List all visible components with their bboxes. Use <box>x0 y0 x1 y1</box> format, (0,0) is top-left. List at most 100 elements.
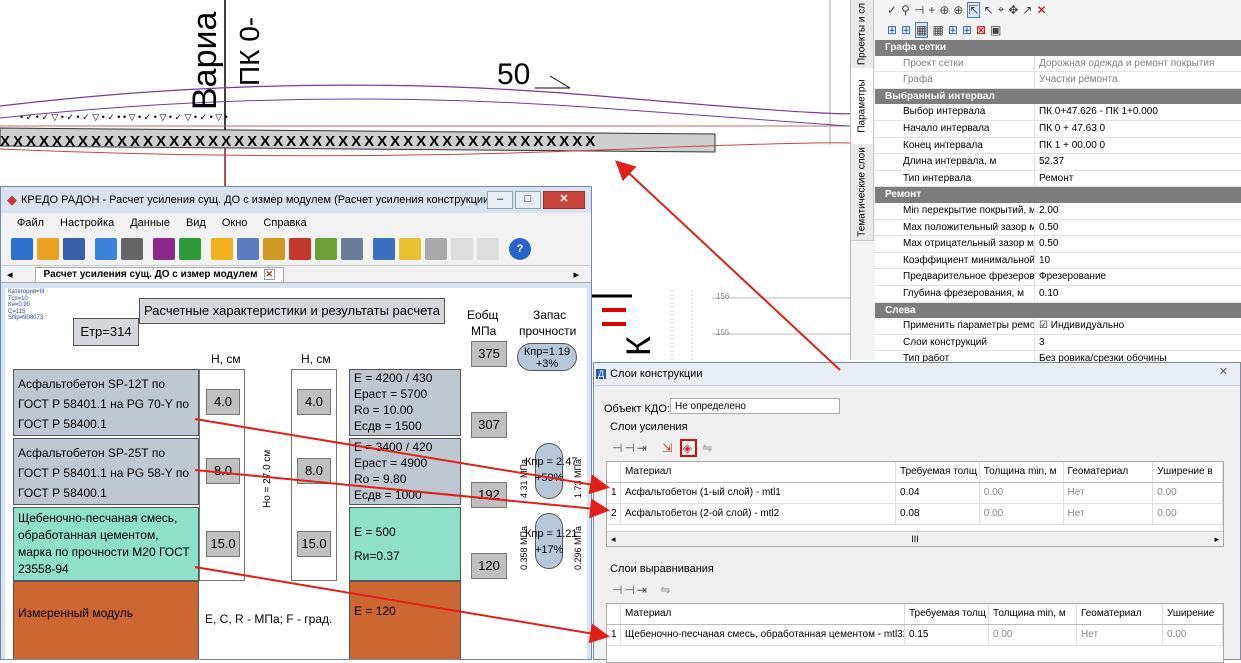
property-value[interactable]: ПК 0 + 47.63 0 <box>1035 121 1241 137</box>
truck-icon[interactable] <box>263 238 285 260</box>
property-value[interactable]: 0.50 <box>1035 236 1241 252</box>
vtab-projects[interactable]: Проекты и сл <box>851 0 874 69</box>
property-row[interactable]: Длина интервала, м 52.37 <box>875 154 1241 171</box>
vtab-parameters[interactable]: Параметры <box>851 68 874 145</box>
property-row[interactable]: Проект сетки Дорожная одежда и ремонт пок… <box>875 55 1241 73</box>
table-cell[interactable]: 2 <box>607 504 621 524</box>
column-header[interactable]: Толщина min, м <box>980 462 1064 482</box>
grid-split-icon[interactable]: ⊞ <box>962 23 972 37</box>
lasso-icon[interactable]: ⚲ <box>901 3 910 17</box>
grid-edit-icon[interactable]: ⊞ <box>901 23 911 37</box>
grid-add-icon[interactable]: ⊞ <box>887 23 897 37</box>
tab-scroll-right-icon[interactable]: ▸ <box>573 268 579 281</box>
property-value[interactable]: ПК 1 + 00.00 0 <box>1035 138 1241 154</box>
table-cell[interactable]: 1 <box>607 625 621 645</box>
property-value[interactable]: Дорожная одежда и ремонт покрытия <box>1035 56 1241 72</box>
table-cell[interactable]: 0.00 <box>980 483 1064 503</box>
database-icon[interactable] <box>153 238 175 260</box>
menu-settings[interactable]: Настройка <box>60 217 114 229</box>
move-layer-icon[interactable]: ⇥ <box>637 441 649 455</box>
calc-layer-icon[interactable]: ◈ <box>679 439 697 457</box>
property-row[interactable]: Конец интервала ПК 1 + 00.00 0 <box>875 137 1241 155</box>
column-header[interactable]: Геоматериал <box>1064 462 1154 482</box>
property-row[interactable]: Выбор интервала ПК 0+47.626 - ПК 1+0.000 <box>875 104 1241 121</box>
split-icon[interactable]: ⇋ <box>702 441 714 455</box>
property-section-header[interactable]: Выбранный интервал <box>875 88 1241 105</box>
open-folder-icon[interactable] <box>37 238 59 260</box>
grid-delete-icon[interactable]: ⊠ <box>976 23 986 37</box>
column-header[interactable]: Материал <box>621 604 905 624</box>
property-value[interactable]: 3 <box>1035 335 1241 351</box>
property-row[interactable]: Начало интервала ПК 0 + 47.63 0 <box>875 120 1241 138</box>
add-layer-icon[interactable]: ⊣ <box>612 441 624 455</box>
property-row[interactable]: Применить параметры ремонта☑ Индивидуаль… <box>875 318 1241 335</box>
monitor-icon[interactable] <box>373 238 395 260</box>
calc-red-icon[interactable] <box>289 238 311 260</box>
column-header[interactable]: Требуемая толщ <box>896 462 980 482</box>
move-layer-icon[interactable]: ⇥ <box>637 583 649 597</box>
table-cell[interactable]: 0.00 <box>980 504 1064 524</box>
target-icon[interactable]: ⊕ <box>939 3 949 17</box>
property-value[interactable]: Участки ремонта <box>1035 72 1241 88</box>
table-cell[interactable]: Нет <box>1077 625 1163 645</box>
property-row[interactable]: Max отрицательный зазор ме... 0.50 <box>875 236 1241 253</box>
pick-icon[interactable]: ↗ <box>1022 3 1032 17</box>
layers-icon[interactable] <box>315 238 337 260</box>
property-value[interactable]: ☑ Индивидуально <box>1035 318 1241 334</box>
help-icon[interactable]: ? <box>509 238 531 260</box>
pointer-icon[interactable]: ↖ <box>984 3 994 17</box>
calculator-icon[interactable] <box>341 238 363 260</box>
minimize-button[interactable]: – <box>487 191 513 209</box>
table-row[interactable]: 1 Асфальтобетон (1-ый слой) - mtl1 0.04 0.0… <box>607 483 1223 504</box>
property-section-header[interactable]: Слева <box>875 302 1241 319</box>
property-value[interactable]: 0.10 <box>1035 286 1241 302</box>
delete-icon[interactable]: ✕ <box>1036 3 1046 17</box>
column-header[interactable]: Толщина min, м <box>989 604 1077 624</box>
new-file-icon[interactable] <box>11 238 33 260</box>
property-value[interactable]: 2.00 <box>1035 203 1241 219</box>
select-icon[interactable]: ⇱ <box>967 1 980 18</box>
check-icon[interactable]: ✓ <box>887 3 897 17</box>
column-header[interactable]: Материал <box>621 462 897 482</box>
property-value[interactable]: 10 <box>1035 253 1241 269</box>
print-icon[interactable] <box>121 238 143 260</box>
menu-view[interactable]: Вид <box>186 217 206 229</box>
table-cell[interactable]: Нет <box>1064 483 1154 503</box>
close-button[interactable]: ✕ <box>543 191 585 209</box>
split-icon[interactable]: ⇋ <box>660 583 672 597</box>
table-row[interactable]: 1 Щебеночно-песчаная смесь, обработанная … <box>607 625 1223 646</box>
checkbox-icon[interactable] <box>477 238 499 260</box>
tab-scroll-left-icon[interactable]: ◂ <box>1 268 19 281</box>
table-cell[interactable]: Щебеночно-песчаная смесь, обработанная ц… <box>621 625 905 645</box>
table-cell[interactable]: 0.15 <box>905 625 989 645</box>
vtab-thematic-layers[interactable]: Тематические слои <box>851 144 874 241</box>
layer-yellow-icon[interactable] <box>399 238 421 260</box>
insert-layer-icon[interactable]: ⊣ <box>624 583 636 597</box>
diagonal-icon[interactable] <box>451 238 473 260</box>
table-cell[interactable]: 1 <box>607 483 621 503</box>
insert-icon[interactable]: ⊣ <box>914 3 924 17</box>
target2-icon[interactable]: ⊕ <box>953 3 963 17</box>
grid-select-icon[interactable]: ▦ <box>915 21 929 38</box>
horizontal-scrollbar[interactable]: ◂ III ▸ <box>607 531 1223 546</box>
table-cell[interactable]: Асфальтобетон (1-ый слой) - mtl1 <box>621 483 897 503</box>
insert-layer-icon[interactable]: ⊣ <box>624 441 636 455</box>
properties-icon[interactable]: ▣ <box>990 23 1001 37</box>
table-cell[interactable]: Нет <box>1064 504 1154 524</box>
property-row[interactable]: Графа Участки ремонта <box>875 72 1241 89</box>
table-cell[interactable]: 0.04 <box>896 483 980 503</box>
property-row[interactable]: Коэффициент минимальной д...10 <box>875 252 1241 270</box>
snap-icon[interactable]: ⌖ <box>998 2 1005 17</box>
save-icon[interactable] <box>63 238 85 260</box>
column-header[interactable]: Уширение в <box>1153 462 1223 482</box>
property-section-header[interactable]: Ремонт <box>875 187 1241 203</box>
table-cell[interactable]: 0.00 <box>1153 504 1223 524</box>
tools-icon[interactable] <box>237 238 259 260</box>
property-section-header[interactable]: Графа сетки <box>875 40 1241 56</box>
menu-help[interactable]: Справка <box>263 217 306 229</box>
property-value[interactable]: 0.50 <box>1035 220 1241 236</box>
grid-merge-icon[interactable]: ⊞ <box>948 23 958 37</box>
export-icon[interactable] <box>95 238 117 260</box>
property-row[interactable]: Глубина фрезерования, м 0.10 <box>875 285 1241 303</box>
maximize-button[interactable]: □ <box>515 191 541 209</box>
